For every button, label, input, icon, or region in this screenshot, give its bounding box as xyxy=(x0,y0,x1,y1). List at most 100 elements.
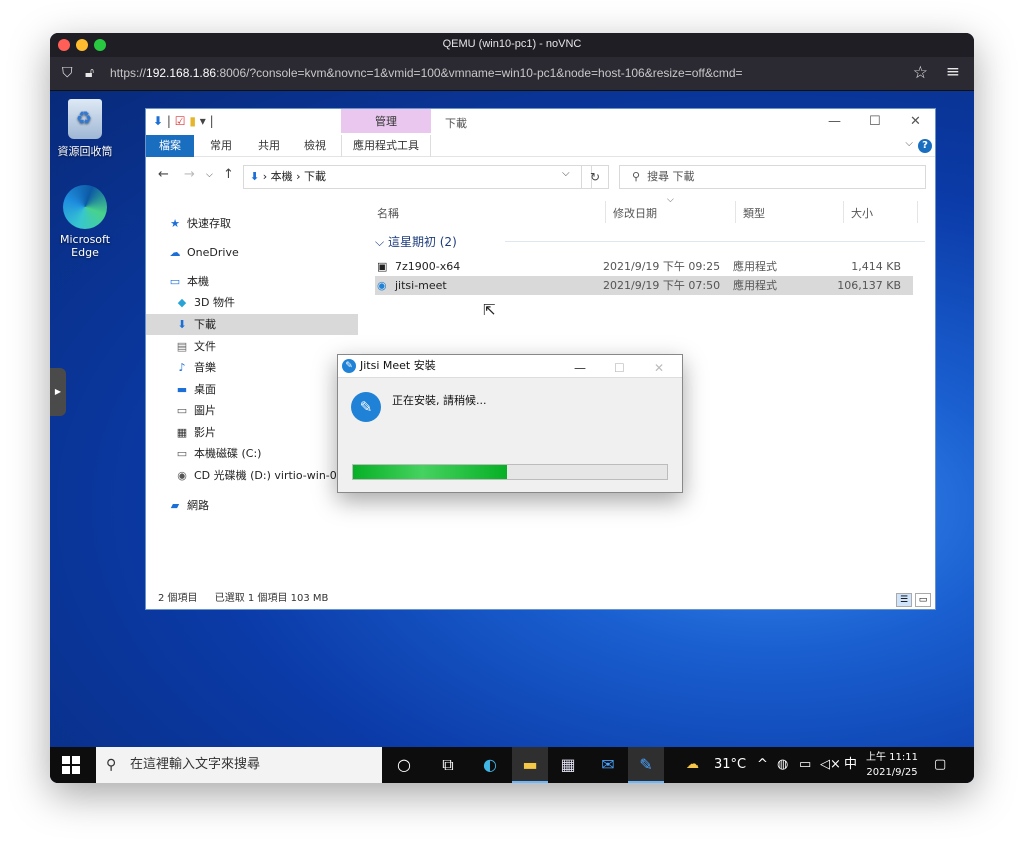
column-header-date[interactable]: 修改日期 xyxy=(613,205,657,221)
jitsi-app-icon: ✎ xyxy=(342,359,356,373)
cube-icon: ◆ xyxy=(177,296,187,309)
file-name: jitsi-meet xyxy=(395,279,447,292)
nav-videos[interactable]: ▦ 影片 xyxy=(146,422,358,443)
table-row[interactable]: ◉ jitsi-meet 2021/9/19 下午 07:50 應用程式 106… xyxy=(375,276,913,295)
nav-local-disk-c[interactable]: ▭ 本機磁碟 (C:) xyxy=(146,443,358,464)
new-folder-icon[interactable]: ▮ xyxy=(189,114,196,128)
close-icon: ✕ xyxy=(654,361,665,375)
breadcrumb-sep-icon: › xyxy=(296,170,301,183)
details-view-icon[interactable]: ☰ xyxy=(896,593,912,607)
volume-muted-icon[interactable]: ◁× xyxy=(820,747,841,783)
tab-share[interactable]: 共用 xyxy=(250,135,288,157)
breadcrumb-this-pc[interactable]: 本機 xyxy=(271,170,293,183)
column-divider[interactable] xyxy=(917,201,918,223)
nav-label: 影片 xyxy=(194,426,216,439)
store-icon[interactable]: ▦ xyxy=(550,747,586,783)
navigation-pane: ★ 快速存取 ☁ OneDrive ▭ 本機 ◆ 3D 物件 ⬇ 下載 ▤ 文件 ♪ 音樂 ▬… xyxy=(146,195,358,585)
tab-home[interactable]: 常用 xyxy=(202,135,240,157)
url-bar[interactable]: ⛉ 🔓︎ https://192.168.1.86:8006/?console=… xyxy=(50,57,974,91)
tab-file[interactable]: 檔案 xyxy=(146,135,194,157)
nav-music[interactable]: ♪ 音樂 xyxy=(146,357,358,378)
up-arrow-icon[interactable]: ↑ xyxy=(223,167,234,182)
file-type: 應用程式 xyxy=(733,260,777,273)
minimize-icon[interactable]: — xyxy=(828,114,841,129)
nav-quick-access[interactable]: ★ 快速存取 xyxy=(146,213,358,234)
desktop-icon-recycle-bin[interactable]: 資源回收筒 xyxy=(50,99,120,159)
refresh-button[interactable]: ↻ xyxy=(581,165,609,189)
forward-arrow-icon[interactable]: → xyxy=(184,167,195,182)
column-divider[interactable] xyxy=(735,201,736,223)
recent-locations-chevron-icon[interactable]: ⌵ xyxy=(206,170,213,180)
ribbon-context-tab-manage[interactable]: 管理 xyxy=(341,109,431,133)
column-divider[interactable] xyxy=(843,201,844,223)
address-dropdown-icon[interactable]: ⌵ xyxy=(562,168,570,179)
edge-taskbar-icon[interactable]: ◐ xyxy=(472,747,508,783)
maximize-icon[interactable]: ☐ xyxy=(869,114,881,129)
nav-pictures[interactable]: ▭ 圖片 xyxy=(146,400,358,421)
nav-cd-drive-d[interactable]: ◉ CD 光碟機 (D:) virtio-win-0.1.1 xyxy=(146,465,358,486)
column-header-name[interactable]: 名稱 xyxy=(377,205,399,221)
large-icons-view-icon[interactable]: ▭ xyxy=(915,593,931,607)
tray-overflow-chevron-icon[interactable]: ^ xyxy=(757,747,768,783)
cd-drive-icon: ◉ xyxy=(177,469,187,482)
music-note-icon: ♪ xyxy=(178,361,186,374)
lock-icon[interactable]: 🔓︎ xyxy=(85,65,94,81)
expand-ribbon-chevron-icon[interactable]: ⌵ xyxy=(905,138,913,149)
tab-application-tools[interactable]: 應用程式工具 xyxy=(341,135,431,157)
bookmark-star-icon[interactable]: ☆ xyxy=(913,63,928,83)
properties-icon[interactable]: ☑ xyxy=(175,114,186,128)
hamburger-menu-icon[interactable]: ≡ xyxy=(946,62,960,82)
ime-indicator[interactable]: 中 xyxy=(844,747,857,783)
maximize-icon: ☐ xyxy=(614,361,625,375)
nav-label: OneDrive xyxy=(187,246,239,259)
breadcrumb-downloads[interactable]: 下載 xyxy=(304,170,326,183)
action-center-icon[interactable]: ▢ xyxy=(934,747,946,783)
taskbar-search-box[interactable]: ⚲ 在這裡輸入文字來搜尋 xyxy=(96,747,382,783)
group-header[interactable]: ⌵ 這星期初 (2) xyxy=(375,233,937,250)
nav-downloads[interactable]: ⬇ 下載 xyxy=(146,314,358,335)
back-arrow-icon[interactable]: ← xyxy=(158,167,169,182)
help-icon[interactable]: ? xyxy=(918,139,932,153)
customize-toolbar-icon[interactable]: ▾ xyxy=(200,114,206,128)
search-input[interactable]: ⚲ 搜尋 下載 xyxy=(619,165,926,189)
table-row[interactable]: ▣ 7z1900-x64 2021/9/19 下午 09:25 應用程式 1,4… xyxy=(375,257,913,276)
nav-label: 3D 物件 xyxy=(194,296,235,309)
weather-temperature[interactable]: 31°C xyxy=(714,747,746,783)
browser-titlebar: QEMU (win10-pc1) - noVNC xyxy=(50,33,974,57)
file-explorer-taskbar-icon[interactable]: ▬ xyxy=(512,747,548,783)
vm-screen[interactable]: 資源回收筒 Microsoft Edge ▶ ⬇ | ☑ ▮ ▾ | 管理 下載 xyxy=(50,91,974,783)
dialog-body: ✎ 正在安裝, 請稍候... xyxy=(338,377,682,492)
minimize-icon[interactable]: — xyxy=(574,357,586,379)
address-bar[interactable]: ⬇ › 本機 › 下載 xyxy=(243,165,592,189)
file-date: 2021/9/19 下午 07:50 xyxy=(603,279,721,292)
column-divider[interactable] xyxy=(605,201,606,223)
nav-this-pc[interactable]: ▭ 本機 xyxy=(146,271,358,292)
novnc-control-bar-handle[interactable]: ▶ xyxy=(50,368,66,416)
url-text[interactable]: https://192.168.1.86:8006/?console=kvm&n… xyxy=(110,66,743,80)
column-header-size[interactable]: 大小 xyxy=(851,205,873,221)
taskbar-clock[interactable]: 上午 11:11 2021/9/25 xyxy=(864,750,920,780)
navigation-bar: ← → ⌵ ↑ ⬇ › 本機 › 下載 ⌵ ↻ ⚲ 搜尋 下載 xyxy=(146,161,935,191)
nav-network[interactable]: ▰ 網路 xyxy=(146,495,358,516)
network-tray-icon[interactable]: ▭ xyxy=(799,747,811,783)
nav-desktop[interactable]: ▬ 桌面 xyxy=(146,379,358,400)
group-collapse-chevron-icon[interactable]: ⌵ xyxy=(375,235,384,249)
shield-icon[interactable]: ⛉ xyxy=(62,65,73,81)
jitsi-taskbar-icon[interactable]: ✎ xyxy=(628,747,664,783)
nav-onedrive[interactable]: ☁ OneDrive xyxy=(146,242,358,263)
task-view-icon[interactable]: ⧉ xyxy=(430,747,466,783)
desktop-icon-edge[interactable]: Microsoft Edge xyxy=(50,185,120,259)
mouse-cursor-icon: ⇱ xyxy=(483,301,496,319)
windows-start-button[interactable] xyxy=(62,756,80,774)
cortana-icon[interactable]: ○ xyxy=(386,747,422,783)
nav-documents[interactable]: ▤ 文件 xyxy=(146,336,358,357)
download-arrow-icon[interactable]: ⬇ xyxy=(153,114,163,128)
close-icon[interactable]: ✕ xyxy=(910,114,921,129)
tab-view[interactable]: 檢視 xyxy=(296,135,334,157)
mail-icon[interactable]: ✉ xyxy=(590,747,626,783)
weather-icon[interactable]: ☁ xyxy=(686,747,699,783)
progress-fill xyxy=(353,465,507,479)
meet-now-icon[interactable]: ◍ xyxy=(777,747,788,783)
nav-3d-objects[interactable]: ◆ 3D 物件 xyxy=(146,292,358,313)
column-header-type[interactable]: 類型 xyxy=(743,205,765,221)
